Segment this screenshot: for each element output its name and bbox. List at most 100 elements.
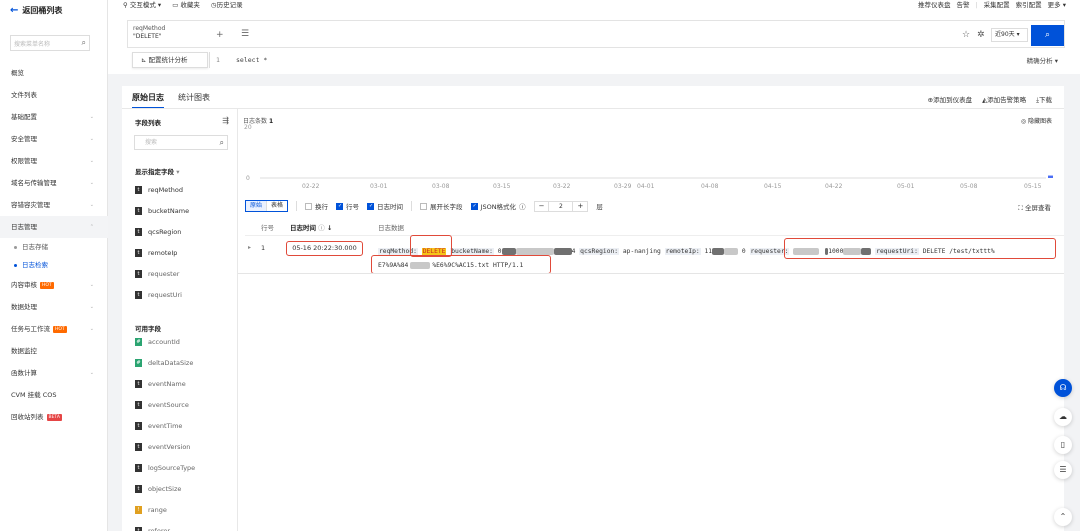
log-time-checkbox[interactable]: 日志时间 bbox=[367, 201, 403, 211]
favorites-button[interactable]: ▭ 收藏夹 bbox=[172, 0, 200, 10]
sidebar-item-file-list[interactable]: 文件列表 bbox=[0, 84, 108, 106]
sidebar-item-recycle-bin[interactable]: 回收站列表 BETA bbox=[0, 406, 108, 428]
available-field-item[interactable]: t logSourceType bbox=[135, 464, 195, 472]
expand-row-icon[interactable]: ▸ bbox=[248, 244, 251, 251]
history-button[interactable]: ◷历史记录 bbox=[211, 0, 243, 10]
cloud-icon[interactable]: ☁ bbox=[1054, 408, 1072, 426]
shown-field-item[interactable]: t requestUri bbox=[135, 291, 182, 299]
checkbox-checked-icon bbox=[367, 202, 375, 210]
back-to-bucket-list[interactable]: ← 返回桶列表 bbox=[10, 5, 62, 16]
sidebar-item-log-search[interactable]: 日志检索 bbox=[0, 256, 108, 274]
available-field-item[interactable]: ! range bbox=[135, 506, 167, 514]
sidebar-item-domain-transfer[interactable]: 域名与传输管理 ⌄ bbox=[0, 172, 108, 194]
available-field-item[interactable]: t eventTime bbox=[135, 422, 182, 430]
shown-field-item[interactable]: t remoteIp bbox=[135, 249, 177, 257]
available-field-item[interactable]: # accountId bbox=[135, 338, 180, 346]
collect-config-link[interactable]: 采集配置 bbox=[984, 0, 1010, 10]
sidebar-item-cvm-mount[interactable]: CVM 挂载 COS bbox=[0, 384, 108, 406]
line-number-checkbox[interactable]: 行号 bbox=[336, 201, 359, 211]
sidebar-item-function-compute[interactable]: 函数计算 ⌄ bbox=[0, 362, 108, 384]
json-level-stepper[interactable]: − 2 + bbox=[533, 200, 589, 212]
json-level-value[interactable]: 2 bbox=[548, 201, 574, 211]
col-header-line: 行号 bbox=[261, 224, 274, 232]
x-tick-label: 03-01 bbox=[370, 183, 388, 190]
config-stats-button[interactable]: ⊾ 配置统计分析 bbox=[132, 52, 208, 68]
sidebar-item-permissions[interactable]: 权限管理 ⌄ bbox=[0, 150, 108, 172]
add-dashboard-button[interactable]: ⊕添加到仪表盘 bbox=[928, 94, 972, 105]
field-key[interactable]: bucketName: bbox=[450, 248, 494, 255]
collapse-icon[interactable]: ⇶ bbox=[222, 116, 229, 125]
chevron-down-icon: ▾ bbox=[157, 1, 162, 9]
fullscreen-button[interactable]: ⛶ 全屏查看 bbox=[1018, 202, 1051, 213]
available-field-label: referer bbox=[148, 527, 171, 531]
filter-icon: ⚲ bbox=[123, 1, 128, 9]
sidebar-item-disaster-recovery[interactable]: 容错容灾管理 ⌄ bbox=[0, 194, 108, 216]
x-tick-label: 04-08 bbox=[701, 183, 719, 190]
available-field-item[interactable]: t eventSource bbox=[135, 401, 189, 409]
view-table-button[interactable]: 表格 bbox=[266, 201, 287, 211]
sidebar-item-log-storage[interactable]: 日志存储 bbox=[0, 238, 108, 256]
minus-icon[interactable]: − bbox=[535, 202, 549, 211]
index-config-link[interactable]: 索引配置 bbox=[1016, 0, 1042, 10]
available-field-item[interactable]: t referer bbox=[135, 527, 170, 531]
book-icon[interactable]: ▯ bbox=[1054, 436, 1072, 454]
menu-icon[interactable]: ☰ bbox=[1054, 461, 1072, 479]
settings-icon[interactable]: ✲ bbox=[977, 30, 985, 40]
available-field-item[interactable]: # deltaDataSize bbox=[135, 359, 193, 367]
filter-chip[interactable]: reqMethod "DELETE" bbox=[133, 25, 165, 41]
sidebar-item-label: 概览 bbox=[11, 69, 24, 77]
view-raw-button[interactable]: 原始 bbox=[246, 201, 267, 211]
sidebar-item-content-review[interactable]: 内容审核 HOT ⌄ bbox=[0, 274, 108, 296]
search-icon: ⌕ bbox=[81, 38, 86, 47]
sidebar-item-overview[interactable]: 概览 bbox=[0, 62, 108, 84]
sidebar-item-data-monitoring[interactable]: 数据监控 bbox=[0, 340, 108, 362]
panel-tabs: 原始日志 统计图表 bbox=[132, 92, 210, 109]
sidebar-item-tasks-workflows[interactable]: 任务与工作流 HOT ⌄ bbox=[0, 318, 108, 340]
help-icon[interactable]: ☊ bbox=[1054, 379, 1072, 397]
available-field-item[interactable]: t eventName bbox=[135, 380, 186, 388]
shown-field-item[interactable]: t qcsRegion bbox=[135, 228, 181, 236]
more-menu[interactable]: 更多 ▾ bbox=[1048, 0, 1066, 10]
sql-editor[interactable]: select * bbox=[236, 56, 267, 64]
add-alarm-button[interactable]: ◭添加告警策略 bbox=[982, 94, 1026, 105]
list-icon[interactable]: ☰ bbox=[241, 29, 249, 39]
recommend-dashboard-link[interactable]: 推荐仪表盘 bbox=[918, 0, 951, 10]
star-icon[interactable]: ☆ bbox=[962, 30, 970, 40]
sidebar-item-data-processing[interactable]: 数据处理 ⌄ bbox=[0, 296, 108, 318]
json-format-checkbox[interactable]: JSON格式化ⓘ bbox=[470, 201, 526, 211]
filter-box[interactable]: reqMethod "DELETE" + ☰ ☆ ✲ 近90天 ▾ ⌕ bbox=[127, 20, 1065, 48]
add-filter-icon[interactable]: + bbox=[216, 30, 224, 40]
redacted-block bbox=[712, 247, 725, 255]
shown-field-item[interactable]: t requester bbox=[135, 270, 179, 278]
download-button[interactable]: ⤓下载 bbox=[1036, 94, 1052, 105]
col-header-time[interactable]: 日志时间 ⓘ ↓ bbox=[290, 222, 332, 232]
tab-stats-chart[interactable]: 统计图表 bbox=[178, 92, 210, 109]
sort-desc-icon[interactable]: ↓ bbox=[327, 224, 332, 232]
shown-field-item[interactable]: t bucketName bbox=[135, 207, 189, 215]
plus-icon[interactable]: + bbox=[573, 202, 587, 211]
alarm-link[interactable]: 告警 bbox=[956, 0, 969, 10]
wrap-checkbox[interactable]: 换行 bbox=[305, 201, 328, 211]
field-search-input[interactable]: 搜索 ⌕ bbox=[134, 135, 228, 150]
field-key[interactable]: remoteIp: bbox=[664, 248, 701, 255]
back-to-top-icon[interactable]: ⌃ bbox=[1054, 508, 1072, 526]
available-field-item[interactable]: t objectSize bbox=[135, 485, 181, 493]
expand-long-checkbox[interactable]: 展开长字段 bbox=[420, 201, 463, 211]
precise-analysis-select[interactable]: 精确分析 ▾ bbox=[1027, 55, 1058, 65]
sidebar-item-security[interactable]: 安全管理 ⌄ bbox=[0, 128, 108, 150]
sidebar-item-log-management[interactable]: 日志管理 ⌃ bbox=[0, 216, 108, 238]
folder-icon: ▭ bbox=[172, 1, 179, 9]
tab-raw-log[interactable]: 原始日志 bbox=[132, 92, 164, 109]
sidebar-item-basic-config[interactable]: 基础配置 ⌄ bbox=[0, 106, 108, 128]
shown-fields-title[interactable]: 显示指定字段 ▾ bbox=[135, 166, 180, 176]
field-key[interactable]: qcsRegion: bbox=[579, 248, 620, 255]
field-value: 11 bbox=[704, 248, 713, 255]
menu-search-input[interactable]: 搜索菜单名称 ⌕ bbox=[10, 35, 90, 51]
available-field-item[interactable]: t eventVersion bbox=[135, 443, 190, 451]
interactive-mode-button[interactable]: ⚲ 交互模式 ▾ bbox=[123, 0, 161, 10]
search-button[interactable]: ⌕ bbox=[1031, 25, 1064, 46]
sql-line-number: 1 bbox=[216, 56, 220, 64]
field-list: 字段列表 ⇶ 搜索 ⌕ 显示指定字段 ▾ t reqMethod t bucketNam… bbox=[122, 109, 238, 531]
shown-field-item[interactable]: t reqMethod bbox=[135, 186, 183, 194]
time-range-select[interactable]: 近90天 ▾ bbox=[991, 28, 1028, 42]
